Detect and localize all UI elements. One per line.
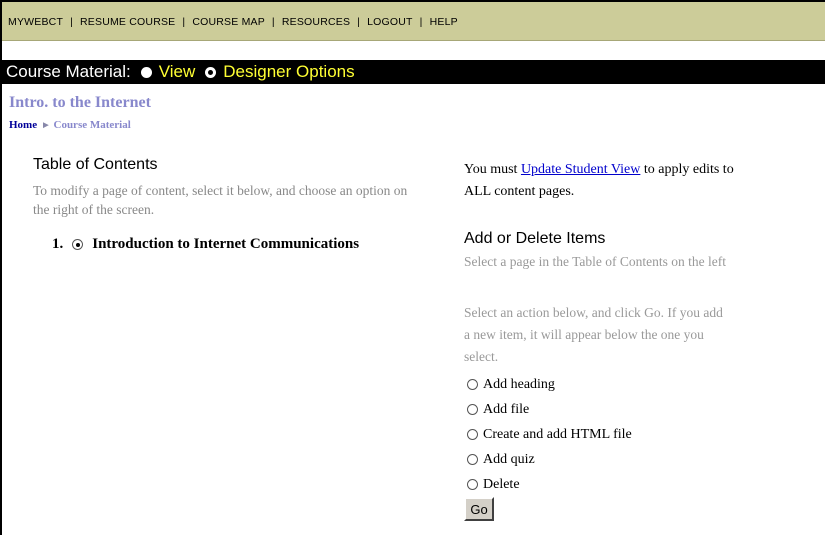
- option-add-heading[interactable]: Add heading: [467, 372, 632, 397]
- option-create-html-file[interactable]: Create and add HTML file: [467, 422, 632, 447]
- go-button[interactable]: Go: [464, 497, 494, 521]
- nav-separator: |: [271, 16, 275, 28]
- mode-option-view[interactable]: View: [140, 62, 196, 82]
- option-radio[interactable]: [467, 429, 478, 440]
- option-label: Delete: [483, 476, 520, 492]
- toc-item: 1. Introduction to Internet Communicatio…: [52, 236, 359, 253]
- option-radio[interactable]: [467, 379, 478, 390]
- view-radio-icon[interactable]: [140, 66, 152, 78]
- option-label: Add heading: [483, 376, 555, 392]
- option-label: Add file: [483, 401, 530, 417]
- breadcrumb-home-link[interactable]: Home: [9, 119, 37, 131]
- nav-link-help[interactable]: HELP: [430, 16, 458, 28]
- nav-link-mywebct[interactable]: MYWEBCT: [8, 16, 63, 28]
- toc-item-number: 1.: [52, 236, 64, 252]
- option-add-quiz[interactable]: Add quiz: [467, 447, 632, 472]
- nav-separator: |: [182, 16, 186, 28]
- option-delete[interactable]: Delete: [467, 472, 632, 497]
- nav-link-course-map[interactable]: COURSE MAP: [192, 16, 265, 28]
- toc-item-title: Introduction to Internet Communications: [92, 236, 360, 252]
- course-material-mode-bar: Course Material: View Designer Options: [2, 60, 825, 84]
- action-hint-line: a new item, it will appear below the one…: [464, 327, 704, 342]
- toc-heading: Table of Contents: [33, 156, 158, 173]
- action-hint-line: Select an action below, and click Go. If…: [464, 305, 723, 320]
- nav-link-logout[interactable]: LOGOUT: [367, 16, 413, 28]
- option-radio[interactable]: [467, 479, 478, 490]
- mode-option-view-label: View: [158, 62, 196, 81]
- update-student-view-link[interactable]: Update Student View: [521, 162, 640, 177]
- action-hint-line: select.: [464, 349, 499, 364]
- option-label: Create and add HTML file: [483, 426, 632, 442]
- action-options-group: Add heading Add file Create and add HTML…: [467, 372, 632, 497]
- update-note-suffix: to apply edits to: [643, 162, 734, 177]
- update-student-view-note: You must Update Student View to apply ed…: [464, 159, 825, 203]
- add-delete-action-hint: Select an action below, and click Go. If…: [464, 302, 825, 368]
- top-navigation-bar: MYWEBCT | RESUME COURSE | COURSE MAP | R…: [2, 2, 825, 41]
- nav-link-resources[interactable]: RESOURCES: [282, 16, 350, 28]
- add-delete-heading: Add or Delete Items: [464, 230, 606, 247]
- add-delete-select-hint: Select a page in the Table of Contents o…: [464, 254, 726, 269]
- option-radio[interactable]: [467, 454, 478, 465]
- mode-option-designer[interactable]: Designer Options: [205, 62, 355, 82]
- nav-link-resume-course[interactable]: RESUME COURSE: [80, 16, 175, 28]
- option-radio[interactable]: [467, 404, 478, 415]
- toc-instructions: To modify a page of content, select it b…: [33, 183, 408, 217]
- page-title: Intro. to the Internet: [9, 94, 151, 111]
- option-add-file[interactable]: Add file: [467, 397, 632, 422]
- update-note-line2: ALL content pages.: [464, 184, 575, 199]
- mode-option-designer-label: Designer Options: [223, 62, 355, 81]
- update-note-prefix: You must: [464, 162, 518, 177]
- designer-radio-icon[interactable]: [205, 66, 217, 78]
- breadcrumb-current: Course Material: [53, 119, 131, 131]
- option-label: Add quiz: [483, 451, 535, 467]
- mode-bar-label: Course Material:: [6, 62, 131, 81]
- breadcrumb: Home ▶ Course Material: [9, 119, 131, 131]
- nav-separator: |: [70, 16, 74, 28]
- toc-item-radio[interactable]: [72, 239, 84, 250]
- breadcrumb-arrow-icon: ▶: [43, 121, 49, 129]
- nav-separator: |: [419, 16, 423, 28]
- nav-separator: |: [357, 16, 361, 28]
